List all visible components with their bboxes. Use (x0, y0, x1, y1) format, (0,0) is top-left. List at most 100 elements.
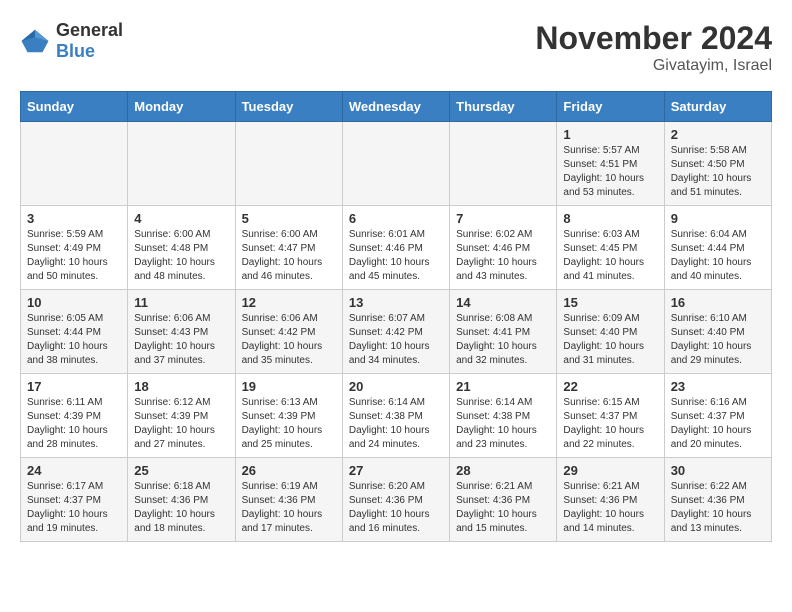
calendar-cell: 9 Sunrise: 6:04 AM Sunset: 4:44 PM Daylig… (664, 206, 771, 290)
calendar-cell: 15 Sunrise: 6:09 AM Sunset: 4:40 PM Dayli… (557, 290, 664, 374)
day-number: 1 (563, 127, 657, 142)
calendar-cell: 6Sunrise: 6:01 AM Sunset: 4:46 PM Daylig… (342, 206, 449, 290)
day-info: Sunrise: 6:22 AM Sunset: 4:36 PM Dayligh… (671, 480, 765, 536)
day-number: 27 (349, 463, 443, 478)
day-number: 7 (456, 211, 550, 226)
day-number: 30 (671, 463, 765, 478)
calendar-week-row: 10 Sunrise: 6:05 AM Sunset: 4:44 PM Dayli… (21, 290, 772, 374)
day-info: Sunrise: 6:00 AM Sunset: 4:48 PM Dayligh… (134, 228, 228, 284)
day-number: 4 (134, 211, 228, 226)
day-number: 24 (27, 463, 121, 478)
calendar-cell: 21 Sunrise: 6:14 AM Sunset: 4:38 PM Dayli… (450, 374, 557, 458)
calendar-cell: 19 Sunrise: 6:13 AM Sunset: 4:39 PM Dayli… (235, 374, 342, 458)
calendar-cell (235, 122, 342, 206)
calendar-week-row: 3 Sunrise: 5:59 AM Sunset: 4:49 PM Daylig… (21, 206, 772, 290)
day-info: Sunrise: 5:58 AM Sunset: 4:50 PM Dayligh… (671, 144, 765, 200)
calendar-cell: 8 Sunrise: 6:03 AM Sunset: 4:45 PM Daylig… (557, 206, 664, 290)
calendar-cell: 20Sunrise: 6:14 AM Sunset: 4:38 PM Dayli… (342, 374, 449, 458)
day-info: Sunrise: 6:14 AM Sunset: 4:38 PM Dayligh… (456, 396, 550, 452)
day-info: Sunrise: 6:09 AM Sunset: 4:40 PM Dayligh… (563, 312, 657, 368)
weekday-header-wednesday: Wednesday (342, 92, 449, 122)
day-info: Sunrise: 6:04 AM Sunset: 4:44 PM Dayligh… (671, 228, 765, 284)
calendar-cell: 1Sunrise: 5:57 AM Sunset: 4:51 PM Daylig… (557, 122, 664, 206)
calendar-cell: 3 Sunrise: 5:59 AM Sunset: 4:49 PM Daylig… (21, 206, 128, 290)
calendar-cell (342, 122, 449, 206)
day-info: Sunrise: 6:18 AM Sunset: 4:36 PM Dayligh… (134, 480, 228, 536)
location: Givatayim, Israel (535, 57, 772, 75)
day-number: 17 (27, 379, 121, 394)
calendar-cell (21, 122, 128, 206)
day-info: Sunrise: 6:06 AM Sunset: 4:42 PM Dayligh… (242, 312, 336, 368)
calendar-cell: 28Sunrise: 6:21 AM Sunset: 4:36 PM Dayli… (450, 458, 557, 542)
day-info: Sunrise: 6:08 AM Sunset: 4:41 PM Dayligh… (456, 312, 550, 368)
month-title: November 2024 (535, 20, 772, 57)
day-number: 21 (456, 379, 550, 394)
day-info: Sunrise: 6:02 AM Sunset: 4:46 PM Dayligh… (456, 228, 550, 284)
calendar-cell: 23 Sunrise: 6:16 AM Sunset: 4:37 PM Dayli… (664, 374, 771, 458)
day-number: 18 (134, 379, 228, 394)
day-info: Sunrise: 6:05 AM Sunset: 4:44 PM Dayligh… (27, 312, 121, 368)
weekday-header-row: SundayMondayTuesdayWednesdayThursdayFrid… (21, 92, 772, 122)
day-info: Sunrise: 6:11 AM Sunset: 4:39 PM Dayligh… (27, 396, 121, 452)
weekday-header-monday: Monday (128, 92, 235, 122)
day-info: Sunrise: 6:12 AM Sunset: 4:39 PM Dayligh… (134, 396, 228, 452)
day-number: 25 (134, 463, 228, 478)
day-number: 22 (563, 379, 657, 394)
calendar-cell: 12Sunrise: 6:06 AM Sunset: 4:42 PM Dayli… (235, 290, 342, 374)
calendar-cell: 14 Sunrise: 6:08 AM Sunset: 4:41 PM Dayli… (450, 290, 557, 374)
calendar-cell: 5Sunrise: 6:00 AM Sunset: 4:47 PM Daylig… (235, 206, 342, 290)
calendar-table: SundayMondayTuesdayWednesdayThursdayFrid… (20, 91, 772, 542)
day-number: 11 (134, 295, 228, 310)
day-number: 23 (671, 379, 765, 394)
calendar-week-row: 17 Sunrise: 6:11 AM Sunset: 4:39 PM Dayli… (21, 374, 772, 458)
calendar-body: 1Sunrise: 5:57 AM Sunset: 4:51 PM Daylig… (21, 122, 772, 542)
day-number: 28 (456, 463, 550, 478)
day-info: Sunrise: 6:17 AM Sunset: 4:37 PM Dayligh… (27, 480, 121, 536)
calendar-cell: 4 Sunrise: 6:00 AM Sunset: 4:48 PM Daylig… (128, 206, 235, 290)
day-number: 9 (671, 211, 765, 226)
calendar-cell: 17 Sunrise: 6:11 AM Sunset: 4:39 PM Dayli… (21, 374, 128, 458)
logo-blue: Blue (56, 41, 95, 61)
day-info: Sunrise: 6:13 AM Sunset: 4:39 PM Dayligh… (242, 396, 336, 452)
day-number: 16 (671, 295, 765, 310)
day-number: 26 (242, 463, 336, 478)
day-info: Sunrise: 6:00 AM Sunset: 4:47 PM Dayligh… (242, 228, 336, 284)
logo-general: General (56, 20, 123, 40)
day-number: 15 (563, 295, 657, 310)
calendar-cell: 25 Sunrise: 6:18 AM Sunset: 4:36 PM Dayli… (128, 458, 235, 542)
day-number: 3 (27, 211, 121, 226)
calendar-cell: 11Sunrise: 6:06 AM Sunset: 4:43 PM Dayli… (128, 290, 235, 374)
calendar-cell (450, 122, 557, 206)
calendar-cell: 26Sunrise: 6:19 AM Sunset: 4:36 PM Dayli… (235, 458, 342, 542)
day-number: 19 (242, 379, 336, 394)
calendar-week-row: 1Sunrise: 5:57 AM Sunset: 4:51 PM Daylig… (21, 122, 772, 206)
day-info: Sunrise: 6:10 AM Sunset: 4:40 PM Dayligh… (671, 312, 765, 368)
day-info: Sunrise: 5:59 AM Sunset: 4:49 PM Dayligh… (27, 228, 121, 284)
calendar-cell: 27 Sunrise: 6:20 AM Sunset: 4:36 PM Dayli… (342, 458, 449, 542)
day-info: Sunrise: 6:03 AM Sunset: 4:45 PM Dayligh… (563, 228, 657, 284)
calendar-cell: 13Sunrise: 6:07 AM Sunset: 4:42 PM Dayli… (342, 290, 449, 374)
day-number: 14 (456, 295, 550, 310)
day-number: 8 (563, 211, 657, 226)
weekday-header-tuesday: Tuesday (235, 92, 342, 122)
calendar-cell: 10 Sunrise: 6:05 AM Sunset: 4:44 PM Dayli… (21, 290, 128, 374)
calendar-week-row: 24 Sunrise: 6:17 AM Sunset: 4:37 PM Dayli… (21, 458, 772, 542)
day-number: 29 (563, 463, 657, 478)
weekday-header-saturday: Saturday (664, 92, 771, 122)
day-info: Sunrise: 6:16 AM Sunset: 4:37 PM Dayligh… (671, 396, 765, 452)
calendar-cell: 29Sunrise: 6:21 AM Sunset: 4:36 PM Dayli… (557, 458, 664, 542)
day-number: 6 (349, 211, 443, 226)
day-number: 10 (27, 295, 121, 310)
logo-icon (20, 26, 50, 56)
calendar-cell: 22 Sunrise: 6:15 AM Sunset: 4:37 PM Dayli… (557, 374, 664, 458)
calendar-cell: 7 Sunrise: 6:02 AM Sunset: 4:46 PM Daylig… (450, 206, 557, 290)
page-header: General Blue November 2024 Givatayim, Is… (20, 20, 772, 75)
calendar-cell (128, 122, 235, 206)
logo: General Blue (20, 20, 123, 62)
calendar-cell: 24 Sunrise: 6:17 AM Sunset: 4:37 PM Dayli… (21, 458, 128, 542)
day-info: Sunrise: 6:20 AM Sunset: 4:36 PM Dayligh… (349, 480, 443, 536)
calendar-cell: 30 Sunrise: 6:22 AM Sunset: 4:36 PM Dayli… (664, 458, 771, 542)
calendar-cell: 2Sunrise: 5:58 AM Sunset: 4:50 PM Daylig… (664, 122, 771, 206)
weekday-header-sunday: Sunday (21, 92, 128, 122)
day-info: Sunrise: 6:15 AM Sunset: 4:37 PM Dayligh… (563, 396, 657, 452)
